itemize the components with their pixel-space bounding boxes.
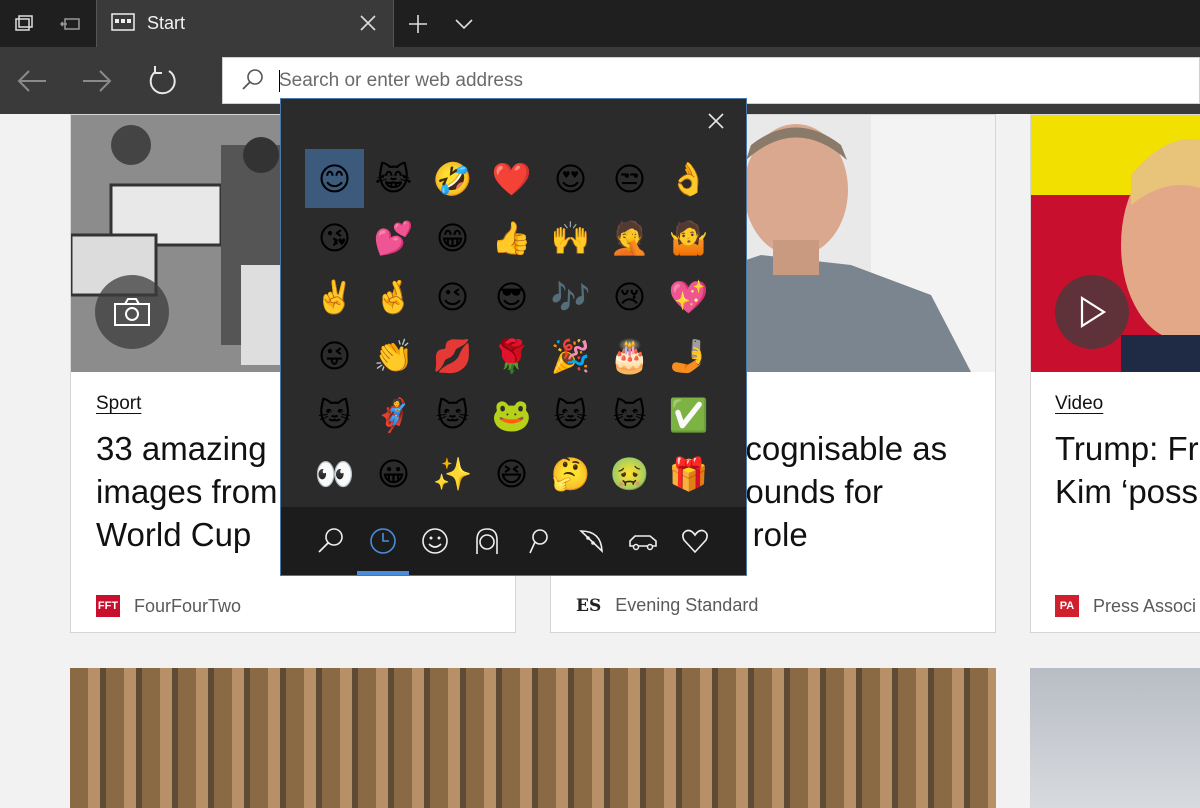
card-category[interactable]: Sport xyxy=(96,393,141,415)
news-card[interactable] xyxy=(1030,668,1200,808)
active-category-indicator xyxy=(357,571,409,575)
source-name: FourFourTwo xyxy=(134,595,242,616)
emoji-button[interactable]: 🎁 xyxy=(659,444,718,503)
emoji-button[interactable]: 💕 xyxy=(364,208,423,267)
address-bar[interactable] xyxy=(222,57,1200,104)
emoji-button[interactable]: 😉 xyxy=(423,267,482,326)
emoji-panel: 😊 😹 🤣 ❤️ 😍 😒 👌 😘 💕 😁 👍 🙌 🤦 🤷 ✌️ 🤞 😉 😎 🎶 😢 💖 😜 👏 💋 🌹 🎉 🎂 🤳 🐱 🦸 🐱 🐸 🐱 🐱 ✅ 👀 😀 ✨… xyxy=(280,98,747,576)
source-name: Press Associ xyxy=(1093,595,1197,616)
people-icon[interactable] xyxy=(469,523,505,559)
emoji-button[interactable]: 🐸 xyxy=(482,385,541,444)
emoji-button[interactable]: 🎶 xyxy=(541,267,600,326)
close-icon[interactable] xyxy=(357,12,379,34)
emoji-button[interactable]: 🤳 xyxy=(659,326,718,385)
emoji-button[interactable]: 🙌 xyxy=(541,208,600,267)
emoji-button[interactable]: 🎂 xyxy=(600,326,659,385)
emoji-button[interactable]: 😆 xyxy=(482,444,541,503)
emoji-button[interactable]: ✌️ xyxy=(305,267,364,326)
emoji-button[interactable]: 🤣 xyxy=(423,149,482,208)
back-arrow-icon[interactable] xyxy=(14,63,50,99)
card-image xyxy=(1030,668,1200,808)
card-source: ES Evening Standard xyxy=(576,595,758,616)
search-icon[interactable] xyxy=(313,523,349,559)
forward-arrow-icon[interactable] xyxy=(79,63,115,99)
emoji-button[interactable]: 🐱 xyxy=(305,385,364,444)
emoji-button[interactable]: 🌹 xyxy=(482,326,541,385)
places-icon[interactable] xyxy=(521,523,557,559)
news-card[interactable]: Video Trump: Fr Kim ‘poss PA Press Assoc… xyxy=(1030,114,1200,633)
emoji-button[interactable]: 😁 xyxy=(423,208,482,267)
emoji-button[interactable]: ✅ xyxy=(659,385,718,444)
emoji-button[interactable]: 😢 xyxy=(600,267,659,326)
emoji-button[interactable]: 💋 xyxy=(423,326,482,385)
source-logo: PA xyxy=(1055,595,1079,617)
emoji-button[interactable]: 🐱 xyxy=(600,385,659,444)
emoji-button[interactable]: 😍 xyxy=(541,149,600,208)
title-bar: Start xyxy=(0,0,1200,47)
emoji-category-bar xyxy=(281,507,746,575)
tab-start[interactable]: Start xyxy=(96,0,394,47)
emoji-button[interactable]: 🤔 xyxy=(541,444,600,503)
card-source: PA Press Associ xyxy=(1055,595,1196,617)
source-name: Evening Standard xyxy=(615,595,759,615)
emoji-button[interactable]: 💖 xyxy=(659,267,718,326)
news-card[interactable] xyxy=(70,668,996,808)
card-source: FFT FourFourTwo xyxy=(96,595,241,617)
set-aside-tabs-icon[interactable] xyxy=(48,0,94,47)
emoji-button[interactable]: 😀 xyxy=(364,444,423,503)
emoji-button[interactable]: 😒 xyxy=(600,149,659,208)
food-icon[interactable] xyxy=(573,523,609,559)
emoji-button[interactable]: 😊 xyxy=(305,149,364,208)
emoji-button[interactable]: 😜 xyxy=(305,326,364,385)
emoji-button[interactable]: 👏 xyxy=(364,326,423,385)
emoji-button[interactable]: ✨ xyxy=(423,444,482,503)
source-logo: FFT xyxy=(96,595,120,617)
tab-list-chevron-icon[interactable] xyxy=(446,0,482,47)
play-icon[interactable] xyxy=(1055,275,1129,349)
emoji-button[interactable]: 😎 xyxy=(482,267,541,326)
close-icon[interactable] xyxy=(706,111,726,131)
tab-title: Start xyxy=(147,13,186,33)
recent-clock-icon[interactable] xyxy=(365,523,401,559)
card-image xyxy=(70,668,996,808)
tab-preview-icon[interactable] xyxy=(0,0,48,47)
card-title[interactable]: ecognisable as pounds for y role xyxy=(727,427,995,556)
emoji-button[interactable]: 😘 xyxy=(305,208,364,267)
heart-icon[interactable] xyxy=(677,523,713,559)
card-category[interactable]: Video xyxy=(1055,393,1103,415)
smiley-icon[interactable] xyxy=(417,523,453,559)
emoji-button[interactable]: 🤢 xyxy=(600,444,659,503)
emoji-button[interactable]: 🦸 xyxy=(364,385,423,444)
refresh-icon[interactable] xyxy=(145,63,181,99)
camera-icon xyxy=(95,275,169,349)
card-title[interactable]: Trump: Fr Kim ‘poss xyxy=(1055,427,1200,513)
emoji-button[interactable]: 🤦 xyxy=(600,208,659,267)
emoji-button[interactable]: 🤞 xyxy=(364,267,423,326)
new-tab-icon[interactable] xyxy=(400,0,436,47)
emoji-button[interactable]: 😹 xyxy=(364,149,423,208)
emoji-button[interactable]: ❤️ xyxy=(482,149,541,208)
emoji-button[interactable]: 👌 xyxy=(659,149,718,208)
source-logo: ES xyxy=(576,595,602,616)
travel-car-icon[interactable] xyxy=(625,523,661,559)
text-caret xyxy=(279,70,280,92)
emoji-button[interactable]: 🐱 xyxy=(541,385,600,444)
emoji-button[interactable]: 🎉 xyxy=(541,326,600,385)
emoji-button[interactable]: 👍 xyxy=(482,208,541,267)
search-icon xyxy=(240,67,266,93)
emoji-button[interactable]: 🐱 xyxy=(423,385,482,444)
address-input[interactable] xyxy=(279,69,879,92)
emoji-button[interactable]: 🤷 xyxy=(659,208,718,267)
emoji-button[interactable]: 👀 xyxy=(305,444,364,503)
tab-page-icon xyxy=(111,12,135,36)
